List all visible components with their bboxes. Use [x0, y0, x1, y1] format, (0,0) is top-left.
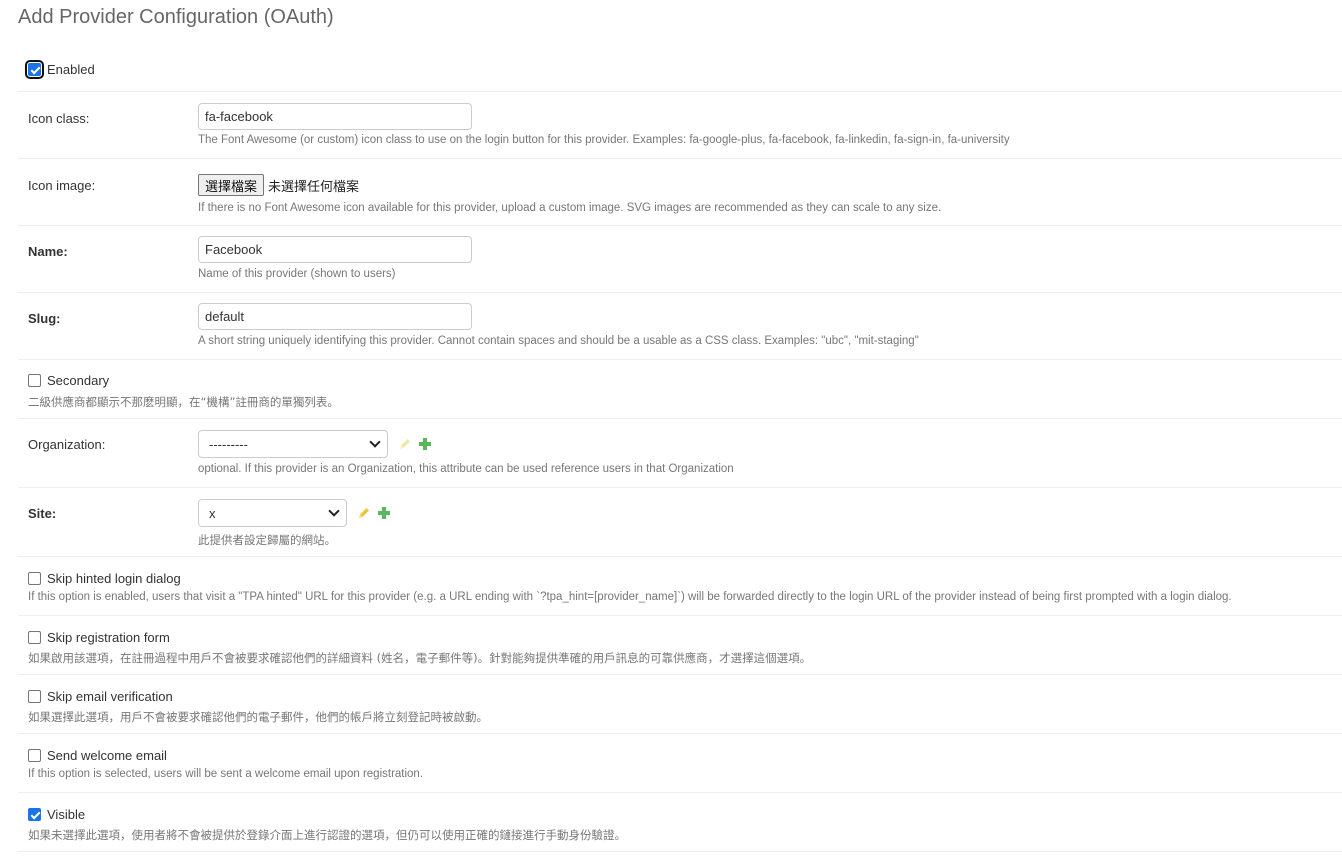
- edit-site-pencil-icon[interactable]: [357, 506, 371, 520]
- organization-help: optional. If this provider is an Organiz…: [198, 463, 734, 475]
- chevron-down-icon: [369, 436, 381, 448]
- icon-class-row: Icon class: The Font Awesome (or custom)…: [18, 92, 1342, 159]
- skip-registration-help: 如果啟用該選項，在註冊過程中用戶不會被要求確認他們的詳細資料 (姓名，電子郵件等…: [28, 651, 812, 665]
- icon-image-input-wrap: 選擇檔案 未選擇任何檔案: [198, 173, 359, 197]
- page-title: Add Provider Configuration (OAuth): [18, 6, 334, 28]
- name-label: Name:: [28, 244, 68, 259]
- pencil-icon: [398, 437, 412, 451]
- site-help: 此提供者設定歸屬的網站。: [198, 533, 336, 547]
- slug-input[interactable]: [198, 303, 472, 330]
- send-welcome-email-checkbox[interactable]: [28, 749, 41, 762]
- visible-line: Visible: [28, 807, 85, 822]
- slug-input-wrap: [198, 303, 472, 330]
- icon-class-input[interactable]: [198, 103, 472, 130]
- name-help: Name of this provider (shown to users): [198, 268, 396, 280]
- enabled-checkbox-line: Enabled: [25, 60, 95, 79]
- skip-hinted-login-line: Skip hinted login dialog: [28, 571, 181, 586]
- site-label: Site:: [28, 506, 57, 521]
- slug-row: Slug: A short string uniquely identifyin…: [18, 293, 1342, 360]
- secondary-help: 二級供應商都顯示不那麽明顯，在“機構”註冊商的單獨列表。: [28, 395, 339, 409]
- file-status: 未選擇任何檔案: [268, 179, 360, 195]
- name-row: Name: Name of this provider (shown to us…: [18, 226, 1342, 293]
- skip-hinted-login-row: Skip hinted login dialog If this option …: [18, 557, 1342, 616]
- organization-label: Organization:: [28, 437, 106, 452]
- icon-image-help: If there is no Font Awesome icon availab…: [198, 202, 942, 214]
- visible-help: 如果未選擇此選項，使用者將不會被提供於登錄介面上進行認證的選項，但仍可以使用正確…: [28, 828, 626, 842]
- skip-registration-label: Skip registration form: [47, 630, 170, 645]
- secondary-checkbox[interactable]: [28, 374, 41, 387]
- send-welcome-email-row: Send welcome email If this option is sel…: [18, 734, 1342, 793]
- icon-class-input-wrap: [198, 103, 472, 130]
- visible-row: Visible 如果未選擇此選項，使用者將不會被提供於登錄介面上進行認證的選項，…: [18, 793, 1342, 852]
- site-select[interactable]: x: [198, 499, 347, 527]
- icon-class-label: Icon class:: [28, 111, 90, 126]
- secondary-checkbox-line: Secondary: [28, 373, 109, 388]
- icon-image-file-input: 選擇檔案 未選擇任何檔案: [198, 173, 359, 197]
- skip-hinted-login-help: If this option is enabled, users that vi…: [28, 591, 1232, 603]
- organization-row: Organization: --------- optional. If thi…: [18, 419, 1342, 488]
- organization-input-wrap: ---------: [198, 430, 432, 458]
- icon-image-label: Icon image:: [28, 178, 96, 193]
- site-row: Site: x 此提供者設定歸屬的網站。: [18, 488, 1342, 557]
- organization-select[interactable]: ---------: [198, 430, 388, 458]
- skip-email-verification-row: Skip email verification 如果選擇此選項，用戶不會被要求確…: [18, 675, 1342, 734]
- organization-select-line: ---------: [198, 430, 432, 458]
- secondary-label: Secondary: [47, 373, 110, 388]
- enabled-checkbox[interactable]: [25, 60, 44, 79]
- add-site-icon[interactable]: [377, 506, 391, 520]
- site-select-line: x: [198, 499, 391, 527]
- icon-class-help: The Font Awesome (or custom) icon class …: [198, 134, 1010, 146]
- site-selected-value: x: [209, 505, 216, 521]
- site-input-wrap: x: [198, 499, 391, 527]
- secondary-row: Secondary 二級供應商都顯示不那麽明顯，在“機構”註冊商的單獨列表。: [18, 360, 1342, 419]
- chevron-down-icon: [328, 505, 340, 517]
- send-welcome-email-line: Send welcome email: [28, 748, 167, 763]
- skip-email-verification-help: 如果選擇此選項，用戶不會被要求確認他們的電子郵件，他們的帳戶將立刻登記時被啟動。: [28, 710, 488, 724]
- skip-registration-checkbox[interactable]: [28, 631, 41, 644]
- send-welcome-email-help: If this option is selected, users will b…: [28, 768, 424, 780]
- visible-checkbox[interactable]: [28, 808, 41, 821]
- skip-email-verification-checkbox[interactable]: [28, 690, 41, 703]
- skip-email-verification-label: Skip email verification: [47, 689, 173, 704]
- slug-label: Slug:: [28, 311, 61, 326]
- slug-help: A short string uniquely identifying this…: [198, 335, 919, 347]
- send-welcome-email-label: Send welcome email: [47, 748, 167, 763]
- enabled-row: Enabled: [18, 50, 1342, 92]
- name-input-wrap: [198, 236, 472, 263]
- icon-image-row: Icon image: 選擇檔案 未選擇任何檔案 If there is no …: [18, 159, 1342, 226]
- page: Add Provider Configuration (OAuth) Enabl…: [0, 0, 1342, 856]
- name-input[interactable]: [198, 236, 472, 263]
- provider-form: Enabled Icon class: The Font Awesome (or…: [18, 50, 1342, 852]
- skip-hinted-login-checkbox[interactable]: [28, 572, 41, 585]
- add-organization-icon[interactable]: [418, 437, 432, 451]
- visible-label: Visible: [47, 807, 86, 822]
- skip-email-verification-line: Skip email verification: [28, 689, 173, 704]
- skip-hinted-login-label: Skip hinted login dialog: [47, 571, 181, 586]
- skip-registration-row: Skip registration form 如果啟用該選項，在註冊過程中用戶不…: [18, 616, 1342, 675]
- enabled-label: Enabled: [47, 62, 95, 77]
- choose-file-button[interactable]: 選擇檔案: [198, 174, 265, 196]
- organization-selected-value: ---------: [209, 436, 248, 452]
- skip-registration-line: Skip registration form: [28, 630, 170, 645]
